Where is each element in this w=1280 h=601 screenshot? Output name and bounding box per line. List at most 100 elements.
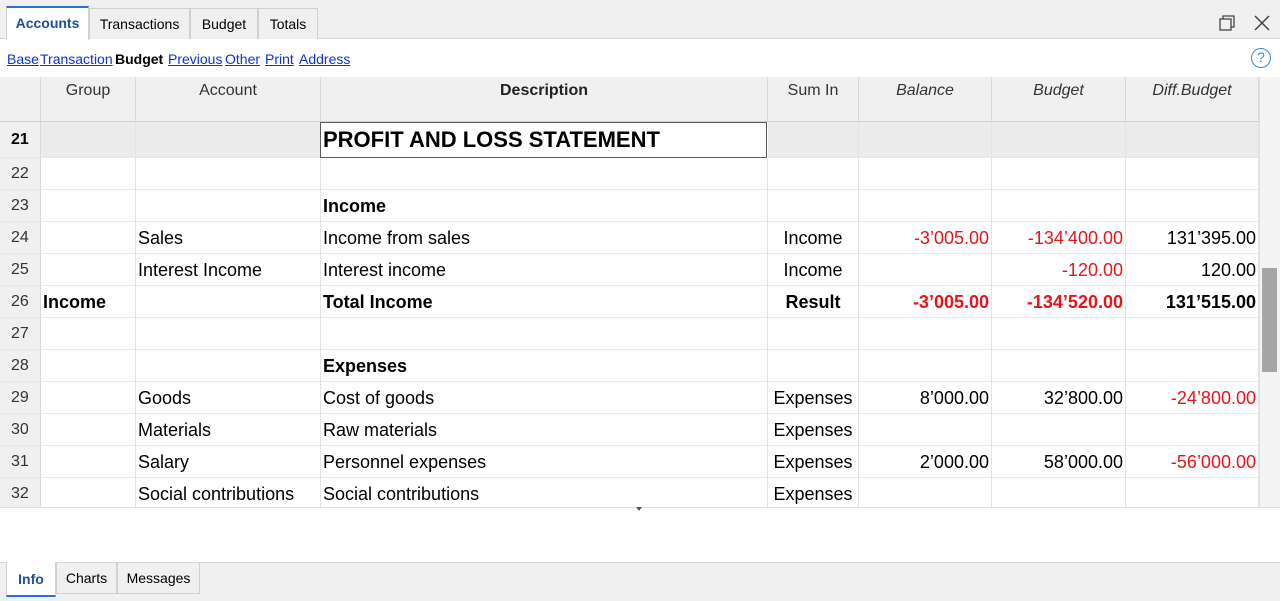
view-address-link[interactable]: Address xyxy=(299,51,350,67)
cell-group[interactable] xyxy=(41,478,136,507)
cell-sum-in[interactable]: Expenses xyxy=(768,414,859,446)
cell-budget[interactable]: -134’400.00 xyxy=(992,222,1126,254)
help-icon[interactable]: ? xyxy=(1251,48,1271,68)
cell-balance[interactable] xyxy=(859,190,992,222)
cell-description[interactable]: Income xyxy=(321,190,768,222)
cell-balance[interactable] xyxy=(859,158,992,190)
cell-account[interactable] xyxy=(136,286,321,318)
cell-budget[interactable] xyxy=(992,318,1126,350)
row-number[interactable]: 26 xyxy=(0,286,41,318)
cell-budget[interactable] xyxy=(992,190,1126,222)
cell-balance[interactable] xyxy=(859,254,992,286)
tab-charts[interactable]: Charts xyxy=(56,563,117,594)
cell-budget[interactable]: 32’800.00 xyxy=(992,382,1126,414)
cell-sum-in[interactable] xyxy=(768,350,859,382)
cell-group[interactable] xyxy=(41,122,136,158)
cell-description[interactable]: Interest income xyxy=(321,254,768,286)
header-group[interactable]: Group xyxy=(41,77,136,122)
cell-group[interactable] xyxy=(41,382,136,414)
cell-sum-in[interactable]: Income xyxy=(768,222,859,254)
header-budget[interactable]: Budget xyxy=(992,77,1126,122)
row-number[interactable]: 25 xyxy=(0,254,41,286)
row-number[interactable]: 24 xyxy=(0,222,41,254)
view-base-link[interactable]: Base xyxy=(7,51,39,67)
cell-sum-in[interactable] xyxy=(768,122,859,158)
cell-account[interactable]: Sales xyxy=(136,222,321,254)
cell-account[interactable]: Materials xyxy=(136,414,321,446)
cell-budget[interactable] xyxy=(992,478,1126,507)
cell-group[interactable] xyxy=(41,318,136,350)
cell-balance[interactable]: -3’005.00 xyxy=(859,286,992,318)
cell-balance[interactable] xyxy=(859,414,992,446)
cell-sum-in[interactable]: Result xyxy=(768,286,859,318)
cell-balance[interactable]: -3’005.00 xyxy=(859,222,992,254)
cell-account[interactable] xyxy=(136,350,321,382)
row-number[interactable]: 31 xyxy=(0,446,41,478)
cell-balance[interactable] xyxy=(859,318,992,350)
cell-budget[interactable]: -120.00 xyxy=(992,254,1126,286)
row-number[interactable]: 23 xyxy=(0,190,41,222)
cell-description[interactable] xyxy=(321,158,768,190)
cell-description[interactable] xyxy=(321,318,768,350)
view-other-link[interactable]: Other xyxy=(225,51,260,67)
cell-balance[interactable] xyxy=(859,478,992,507)
header-sum-in[interactable]: Sum In xyxy=(768,77,859,122)
cell-sum-in[interactable] xyxy=(768,318,859,350)
cell-sum-in[interactable] xyxy=(768,190,859,222)
cell-diff-budget[interactable]: 131’395.00 xyxy=(1126,222,1259,254)
cell-group[interactable] xyxy=(41,190,136,222)
cell-description[interactable]: Personnel expenses xyxy=(321,446,768,478)
restore-window-icon[interactable] xyxy=(1217,13,1237,33)
cell-description[interactable]: Expenses xyxy=(321,350,768,382)
tab-transactions[interactable]: Transactions xyxy=(89,8,190,39)
cell-diff-budget[interactable] xyxy=(1126,350,1259,382)
cell-diff-budget[interactable]: -24’800.00 xyxy=(1126,382,1259,414)
cell-account[interactable]: Goods xyxy=(136,382,321,414)
cell-account[interactable] xyxy=(136,122,321,158)
cell-diff-budget[interactable] xyxy=(1126,122,1259,158)
cell-group[interactable] xyxy=(41,446,136,478)
cell-description[interactable]: Cost of goods xyxy=(321,382,768,414)
tab-budget[interactable]: Budget xyxy=(190,8,258,39)
cell-diff-budget[interactable] xyxy=(1126,478,1259,507)
cell-description-selected[interactable]: PROFIT AND LOSS STATEMENT xyxy=(320,122,767,158)
cell-description[interactable]: Raw materials xyxy=(321,414,768,446)
row-number[interactable]: 30 xyxy=(0,414,41,446)
cell-account[interactable] xyxy=(136,318,321,350)
cell-sum-in[interactable]: Income xyxy=(768,254,859,286)
cell-group[interactable] xyxy=(41,158,136,190)
cell-sum-in[interactable] xyxy=(768,158,859,190)
cell-diff-budget[interactable] xyxy=(1126,414,1259,446)
row-number[interactable]: 22 xyxy=(0,158,41,190)
cell-account[interactable]: Interest Income xyxy=(136,254,321,286)
cell-account[interactable]: Social contributions xyxy=(136,478,321,507)
row-number[interactable]: 28 xyxy=(0,350,41,382)
cell-sum-in[interactable]: Expenses xyxy=(768,382,859,414)
header-balance[interactable]: Balance xyxy=(859,77,992,122)
tab-messages[interactable]: Messages xyxy=(117,563,200,594)
cell-description[interactable]: Social contributions xyxy=(321,478,768,507)
view-budget-link[interactable]: Budget xyxy=(115,51,163,67)
cell-budget[interactable]: -134’520.00 xyxy=(992,286,1126,318)
cell-balance[interactable]: 2’000.00 xyxy=(859,446,992,478)
cell-group[interactable] xyxy=(41,254,136,286)
tab-totals[interactable]: Totals xyxy=(258,8,318,39)
view-previous-link[interactable]: Previous xyxy=(168,51,222,67)
cell-account[interactable]: Salary xyxy=(136,446,321,478)
cell-balance[interactable] xyxy=(859,122,992,158)
cell-budget[interactable] xyxy=(992,350,1126,382)
cell-budget[interactable] xyxy=(992,414,1126,446)
header-account[interactable]: Account xyxy=(136,77,321,122)
cell-balance[interactable] xyxy=(859,350,992,382)
tab-accounts[interactable]: Accounts xyxy=(6,6,89,40)
row-number[interactable]: 27 xyxy=(0,318,41,350)
cell-budget[interactable]: 58’000.00 xyxy=(992,446,1126,478)
tab-info[interactable]: Info xyxy=(6,562,56,597)
header-description[interactable]: Description xyxy=(321,77,768,122)
cell-budget[interactable] xyxy=(992,158,1126,190)
cell-diff-budget[interactable] xyxy=(1126,190,1259,222)
cell-group[interactable] xyxy=(41,350,136,382)
close-icon[interactable] xyxy=(1252,13,1272,33)
cell-group[interactable] xyxy=(41,222,136,254)
cell-group[interactable] xyxy=(41,414,136,446)
